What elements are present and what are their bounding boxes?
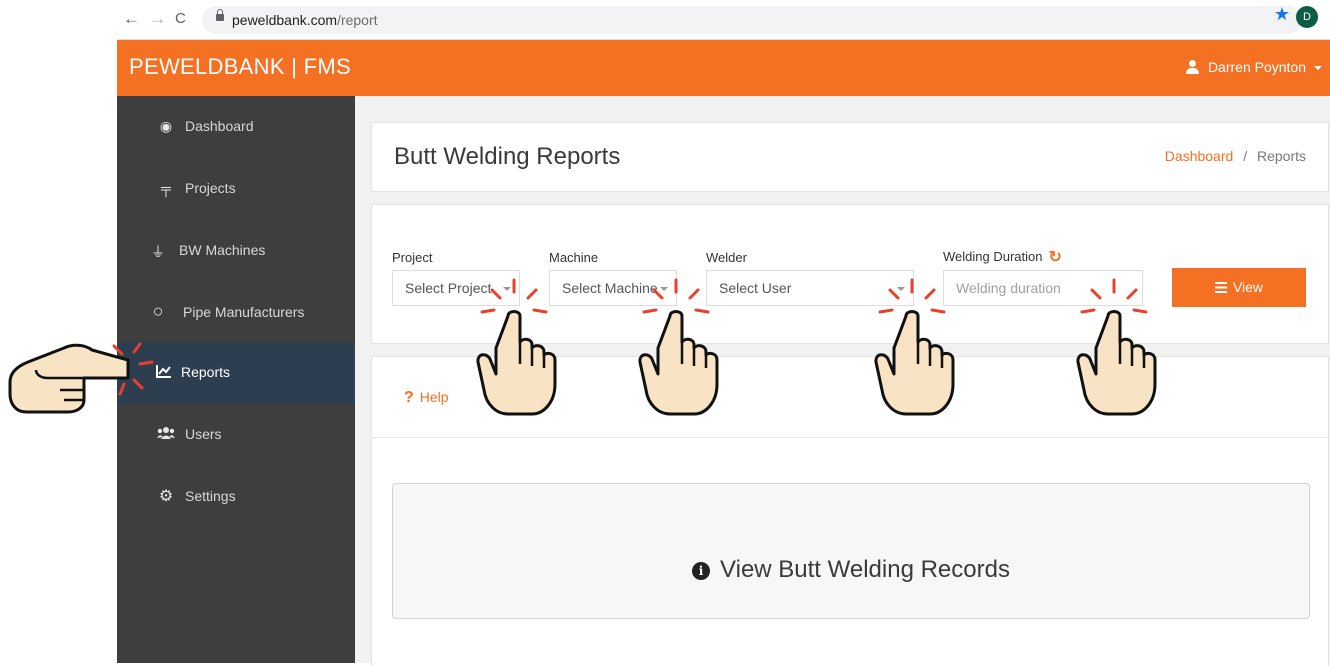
welding-duration-label-text: Welding Duration — [943, 249, 1043, 264]
list-icon — [1214, 280, 1227, 296]
records-panel[interactable]: i View Butt Welding Records — [392, 483, 1310, 619]
user-icon — [1185, 60, 1199, 74]
sidebar-item-pipe-manufacturers[interactable]: ○ Pipe Manufacturers — [117, 282, 355, 344]
caret-down-icon — [1314, 66, 1322, 70]
sidebar: ◉ Dashboard ╤ Projects ⏚ BW Machines ○ P… — [117, 96, 355, 663]
line-chart-icon — [155, 364, 173, 381]
sidebar-item-dashboard[interactable]: ◉ Dashboard — [117, 96, 355, 158]
sidebar-item-label: Settings — [185, 488, 236, 504]
question-icon: ? — [404, 389, 414, 406]
user-name: Darren Poynton — [1207, 59, 1306, 75]
sidebar-item-settings[interactable]: ⚙ Settings — [117, 466, 355, 528]
line-chart-svg — [156, 365, 171, 378]
results-card: ? Help i View Butt Welding Records — [371, 356, 1329, 666]
url-path: /report — [337, 12, 378, 28]
url-domain: peweldbank.com — [232, 12, 338, 28]
users-icon — [157, 426, 175, 442]
url-text: peweldbank.com/report — [232, 12, 378, 28]
view-button-label: View — [1232, 279, 1264, 295]
browser-toolbar: ← → C peweldbank.com/report ★ D — [117, 0, 1330, 40]
cogs-icon: ⚙ — [158, 488, 174, 505]
machine-label: Machine — [549, 250, 599, 265]
help-label: Help — [419, 389, 449, 405]
sidebar-item-bw-machines[interactable]: ⏚ BW Machines — [117, 220, 355, 282]
sidebar-item-users[interactable]: Users — [117, 404, 355, 466]
lock-icon — [216, 9, 224, 21]
info-icon: i — [692, 562, 711, 580]
project-select[interactable]: Select Project — [392, 270, 520, 306]
back-arrow-icon[interactable]: ← — [123, 9, 140, 29]
sidebar-item-label: Dashboard — [185, 118, 254, 134]
project-label: Project — [392, 250, 433, 265]
welding-duration-input[interactable]: Welding duration — [943, 270, 1143, 306]
app-header: PEWELDBANK | FMS Darren Poynton — [117, 40, 1330, 96]
welding-duration-label: Welding Duration ↻ — [943, 247, 1062, 267]
profile-avatar[interactable]: D — [1296, 6, 1318, 28]
records-text: View Butt Welding Records — [720, 556, 1010, 583]
plug-icon: ⏚ — [151, 244, 165, 260]
brand-title[interactable]: PEWELDBANK | FMS — [129, 54, 351, 80]
circle-outline-icon: ○ — [152, 301, 164, 321]
main-content: Butt Welding Reports Dashboard / Reports… — [355, 96, 1330, 666]
welder-label: Welder — [706, 250, 747, 265]
sidebar-item-label: Reports — [181, 364, 231, 380]
sidebar-item-label: BW Machines — [179, 242, 266, 258]
sidebar-item-projects[interactable]: ╤ Projects — [117, 158, 355, 220]
chevron-down-icon — [503, 287, 511, 291]
sidebar-item-label: Users — [185, 426, 222, 442]
address-bar[interactable]: peweldbank.com/report — [202, 6, 1302, 34]
sidebar-item-label: Projects — [185, 180, 236, 196]
chevron-down-icon — [660, 287, 668, 291]
chevron-down-icon — [897, 287, 905, 291]
page-title: Butt Welding Reports — [394, 143, 621, 170]
breadcrumb-separator: / — [1243, 148, 1248, 164]
refresh-icon[interactable]: ↻ — [1048, 247, 1061, 267]
reload-icon[interactable]: C — [175, 9, 186, 29]
user-menu[interactable]: Darren Poynton — [1185, 59, 1322, 75]
sidebar-item-reports[interactable]: Reports — [117, 342, 355, 404]
filter-card: Project Select Project Machine Select Ma… — [371, 204, 1329, 344]
divider — [372, 437, 1328, 438]
project-select-value: Select Project — [405, 280, 492, 296]
breadcrumb: Dashboard / Reports — [1165, 148, 1306, 164]
page-header-card: Butt Welding Reports Dashboard / Reports — [371, 122, 1329, 192]
welder-select-value: Select User — [719, 280, 792, 296]
users-svg — [157, 427, 175, 439]
welding-duration-placeholder: Welding duration — [956, 280, 1061, 296]
machine-select-value: Select Machine — [562, 280, 658, 296]
view-button[interactable]: View — [1172, 268, 1306, 307]
breadcrumb-dashboard-link[interactable]: Dashboard — [1165, 148, 1234, 164]
sidebar-item-label: Pipe Manufacturers — [183, 304, 305, 320]
tachometer-icon: ◉ — [159, 118, 173, 134]
welder-select[interactable]: Select User — [706, 270, 914, 306]
sitemap-icon: ╤ — [161, 180, 171, 196]
breadcrumb-current: Reports — [1256, 148, 1306, 164]
bookmark-star-icon[interactable]: ★ — [1274, 4, 1290, 25]
help-link[interactable]: ? Help — [404, 389, 449, 407]
forward-arrow-icon[interactable]: → — [149, 9, 166, 29]
machine-select[interactable]: Select Machine — [549, 270, 677, 306]
records-message: i View Butt Welding Records — [393, 556, 1309, 584]
